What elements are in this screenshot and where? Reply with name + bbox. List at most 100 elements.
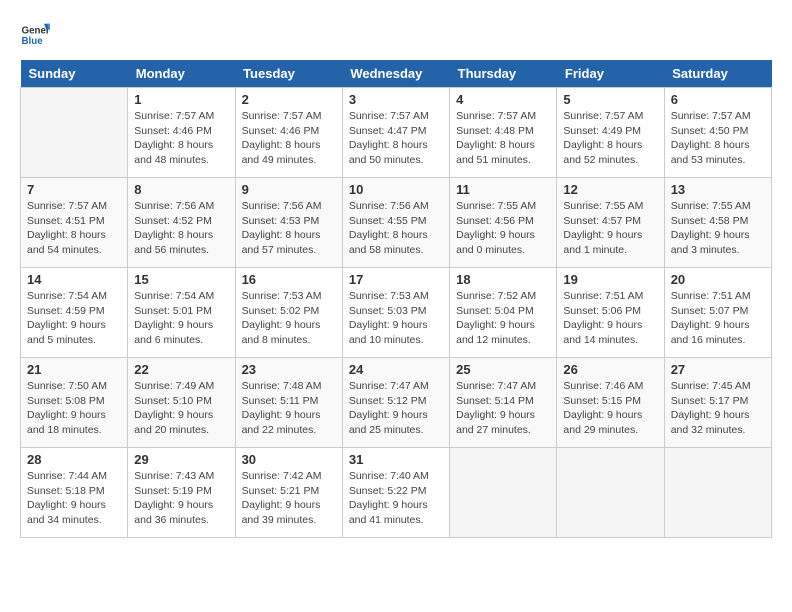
calendar-cell: 2 Sunrise: 7:57 AMSunset: 4:46 PMDaylight…: [235, 88, 342, 178]
calendar-cell: 6 Sunrise: 7:57 AMSunset: 4:50 PMDaylight…: [664, 88, 771, 178]
day-info: Sunrise: 7:47 AMSunset: 5:12 PMDaylight:…: [349, 379, 443, 438]
calendar-cell: 3 Sunrise: 7:57 AMSunset: 4:47 PMDaylight…: [342, 88, 449, 178]
day-number: 6: [671, 92, 765, 107]
weekday-header-thursday: Thursday: [450, 60, 557, 88]
calendar-cell: [21, 88, 128, 178]
day-number: 13: [671, 182, 765, 197]
day-number: 18: [456, 272, 550, 287]
day-number: 14: [27, 272, 121, 287]
day-number: 2: [242, 92, 336, 107]
day-number: 22: [134, 362, 228, 377]
day-number: 10: [349, 182, 443, 197]
weekday-header-saturday: Saturday: [664, 60, 771, 88]
day-info: Sunrise: 7:50 AMSunset: 5:08 PMDaylight:…: [27, 379, 121, 438]
weekday-header-monday: Monday: [128, 60, 235, 88]
day-info: Sunrise: 7:57 AMSunset: 4:48 PMDaylight:…: [456, 109, 550, 168]
logo-icon: General Blue: [20, 20, 50, 50]
calendar-cell: 20 Sunrise: 7:51 AMSunset: 5:07 PMDayligh…: [664, 268, 771, 358]
calendar-cell: 14 Sunrise: 7:54 AMSunset: 4:59 PMDayligh…: [21, 268, 128, 358]
day-info: Sunrise: 7:55 AMSunset: 4:57 PMDaylight:…: [563, 199, 657, 258]
day-number: 20: [671, 272, 765, 287]
calendar-cell: [664, 448, 771, 538]
calendar-cell: 23 Sunrise: 7:48 AMSunset: 5:11 PMDayligh…: [235, 358, 342, 448]
weekday-header-row: SundayMondayTuesdayWednesdayThursdayFrid…: [21, 60, 772, 88]
calendar-cell: 18 Sunrise: 7:52 AMSunset: 5:04 PMDayligh…: [450, 268, 557, 358]
day-number: 24: [349, 362, 443, 377]
day-number: 11: [456, 182, 550, 197]
calendar-cell: 25 Sunrise: 7:47 AMSunset: 5:14 PMDayligh…: [450, 358, 557, 448]
calendar-cell: 1 Sunrise: 7:57 AMSunset: 4:46 PMDaylight…: [128, 88, 235, 178]
calendar-cell: 8 Sunrise: 7:56 AMSunset: 4:52 PMDaylight…: [128, 178, 235, 268]
day-info: Sunrise: 7:56 AMSunset: 4:52 PMDaylight:…: [134, 199, 228, 258]
day-info: Sunrise: 7:45 AMSunset: 5:17 PMDaylight:…: [671, 379, 765, 438]
day-number: 27: [671, 362, 765, 377]
calendar-cell: [450, 448, 557, 538]
calendar-cell: 17Sunrise: 7:53 AMSunset: 5:03 PMDayligh…: [342, 268, 449, 358]
day-info: Sunrise: 7:51 AMSunset: 5:07 PMDaylight:…: [671, 289, 765, 348]
day-info: Sunrise: 7:57 AMSunset: 4:51 PMDaylight:…: [27, 199, 121, 258]
calendar-cell: 21Sunrise: 7:50 AMSunset: 5:08 PMDayligh…: [21, 358, 128, 448]
calendar-cell: 11 Sunrise: 7:55 AMSunset: 4:56 PMDayligh…: [450, 178, 557, 268]
week-row-5: 28 Sunrise: 7:44 AMSunset: 5:18 PMDayligh…: [21, 448, 772, 538]
week-row-2: 7 Sunrise: 7:57 AMSunset: 4:51 PMDaylight…: [21, 178, 772, 268]
day-number: 5: [563, 92, 657, 107]
day-number: 23: [242, 362, 336, 377]
day-info: Sunrise: 7:57 AMSunset: 4:49 PMDaylight:…: [563, 109, 657, 168]
day-number: 12: [563, 182, 657, 197]
day-number: 4: [456, 92, 550, 107]
day-info: Sunrise: 7:57 AMSunset: 4:46 PMDaylight:…: [242, 109, 336, 168]
day-info: Sunrise: 7:55 AMSunset: 4:56 PMDaylight:…: [456, 199, 550, 258]
calendar-cell: 24 Sunrise: 7:47 AMSunset: 5:12 PMDayligh…: [342, 358, 449, 448]
logo: General Blue: [20, 20, 56, 50]
weekday-header-friday: Friday: [557, 60, 664, 88]
day-number: 19: [563, 272, 657, 287]
day-info: Sunrise: 7:54 AMSunset: 4:59 PMDaylight:…: [27, 289, 121, 348]
calendar-cell: 28 Sunrise: 7:44 AMSunset: 5:18 PMDayligh…: [21, 448, 128, 538]
calendar-cell: [557, 448, 664, 538]
calendar-cell: 9 Sunrise: 7:56 AMSunset: 4:53 PMDaylight…: [235, 178, 342, 268]
day-number: 17: [349, 272, 443, 287]
day-info: Sunrise: 7:44 AMSunset: 5:18 PMDaylight:…: [27, 469, 121, 528]
day-number: 7: [27, 182, 121, 197]
weekday-header-sunday: Sunday: [21, 60, 128, 88]
day-number: 8: [134, 182, 228, 197]
day-number: 1: [134, 92, 228, 107]
calendar-cell: 30 Sunrise: 7:42 AMSunset: 5:21 PMDayligh…: [235, 448, 342, 538]
calendar-cell: 7 Sunrise: 7:57 AMSunset: 4:51 PMDaylight…: [21, 178, 128, 268]
day-number: 29: [134, 452, 228, 467]
calendar-cell: 12 Sunrise: 7:55 AMSunset: 4:57 PMDayligh…: [557, 178, 664, 268]
calendar-cell: 26Sunrise: 7:46 AMSunset: 5:15 PMDayligh…: [557, 358, 664, 448]
day-info: Sunrise: 7:48 AMSunset: 5:11 PMDaylight:…: [242, 379, 336, 438]
calendar-cell: 16 Sunrise: 7:53 AMSunset: 5:02 PMDayligh…: [235, 268, 342, 358]
calendar-cell: 19 Sunrise: 7:51 AMSunset: 5:06 PMDayligh…: [557, 268, 664, 358]
day-number: 16: [242, 272, 336, 287]
calendar-cell: 5 Sunrise: 7:57 AMSunset: 4:49 PMDaylight…: [557, 88, 664, 178]
day-info: Sunrise: 7:49 AMSunset: 5:10 PMDaylight:…: [134, 379, 228, 438]
day-number: 31: [349, 452, 443, 467]
day-number: 3: [349, 92, 443, 107]
week-row-4: 21Sunrise: 7:50 AMSunset: 5:08 PMDayligh…: [21, 358, 772, 448]
day-info: Sunrise: 7:52 AMSunset: 5:04 PMDaylight:…: [456, 289, 550, 348]
day-info: Sunrise: 7:46 AMSunset: 5:15 PMDaylight:…: [563, 379, 657, 438]
day-info: Sunrise: 7:47 AMSunset: 5:14 PMDaylight:…: [456, 379, 550, 438]
calendar-cell: 15 Sunrise: 7:54 AMSunset: 5:01 PMDayligh…: [128, 268, 235, 358]
day-number: 25: [456, 362, 550, 377]
day-number: 15: [134, 272, 228, 287]
calendar-cell: 10Sunrise: 7:56 AMSunset: 4:55 PMDayligh…: [342, 178, 449, 268]
day-info: Sunrise: 7:57 AMSunset: 4:50 PMDaylight:…: [671, 109, 765, 168]
calendar-table: SundayMondayTuesdayWednesdayThursdayFrid…: [20, 60, 772, 538]
day-info: Sunrise: 7:57 AMSunset: 4:46 PMDaylight:…: [134, 109, 228, 168]
day-info: Sunrise: 7:42 AMSunset: 5:21 PMDaylight:…: [242, 469, 336, 528]
calendar-cell: 27 Sunrise: 7:45 AMSunset: 5:17 PMDayligh…: [664, 358, 771, 448]
day-number: 28: [27, 452, 121, 467]
day-number: 9: [242, 182, 336, 197]
day-number: 30: [242, 452, 336, 467]
calendar-cell: 4 Sunrise: 7:57 AMSunset: 4:48 PMDaylight…: [450, 88, 557, 178]
day-info: Sunrise: 7:56 AMSunset: 4:53 PMDaylight:…: [242, 199, 336, 258]
svg-text:Blue: Blue: [22, 36, 44, 47]
day-info: Sunrise: 7:51 AMSunset: 5:06 PMDaylight:…: [563, 289, 657, 348]
day-info: Sunrise: 7:53 AMSunset: 5:02 PMDaylight:…: [242, 289, 336, 348]
day-info: Sunrise: 7:54 AMSunset: 5:01 PMDaylight:…: [134, 289, 228, 348]
day-info: Sunrise: 7:57 AMSunset: 4:47 PMDaylight:…: [349, 109, 443, 168]
day-info: Sunrise: 7:40 AMSunset: 5:22 PMDaylight:…: [349, 469, 443, 528]
